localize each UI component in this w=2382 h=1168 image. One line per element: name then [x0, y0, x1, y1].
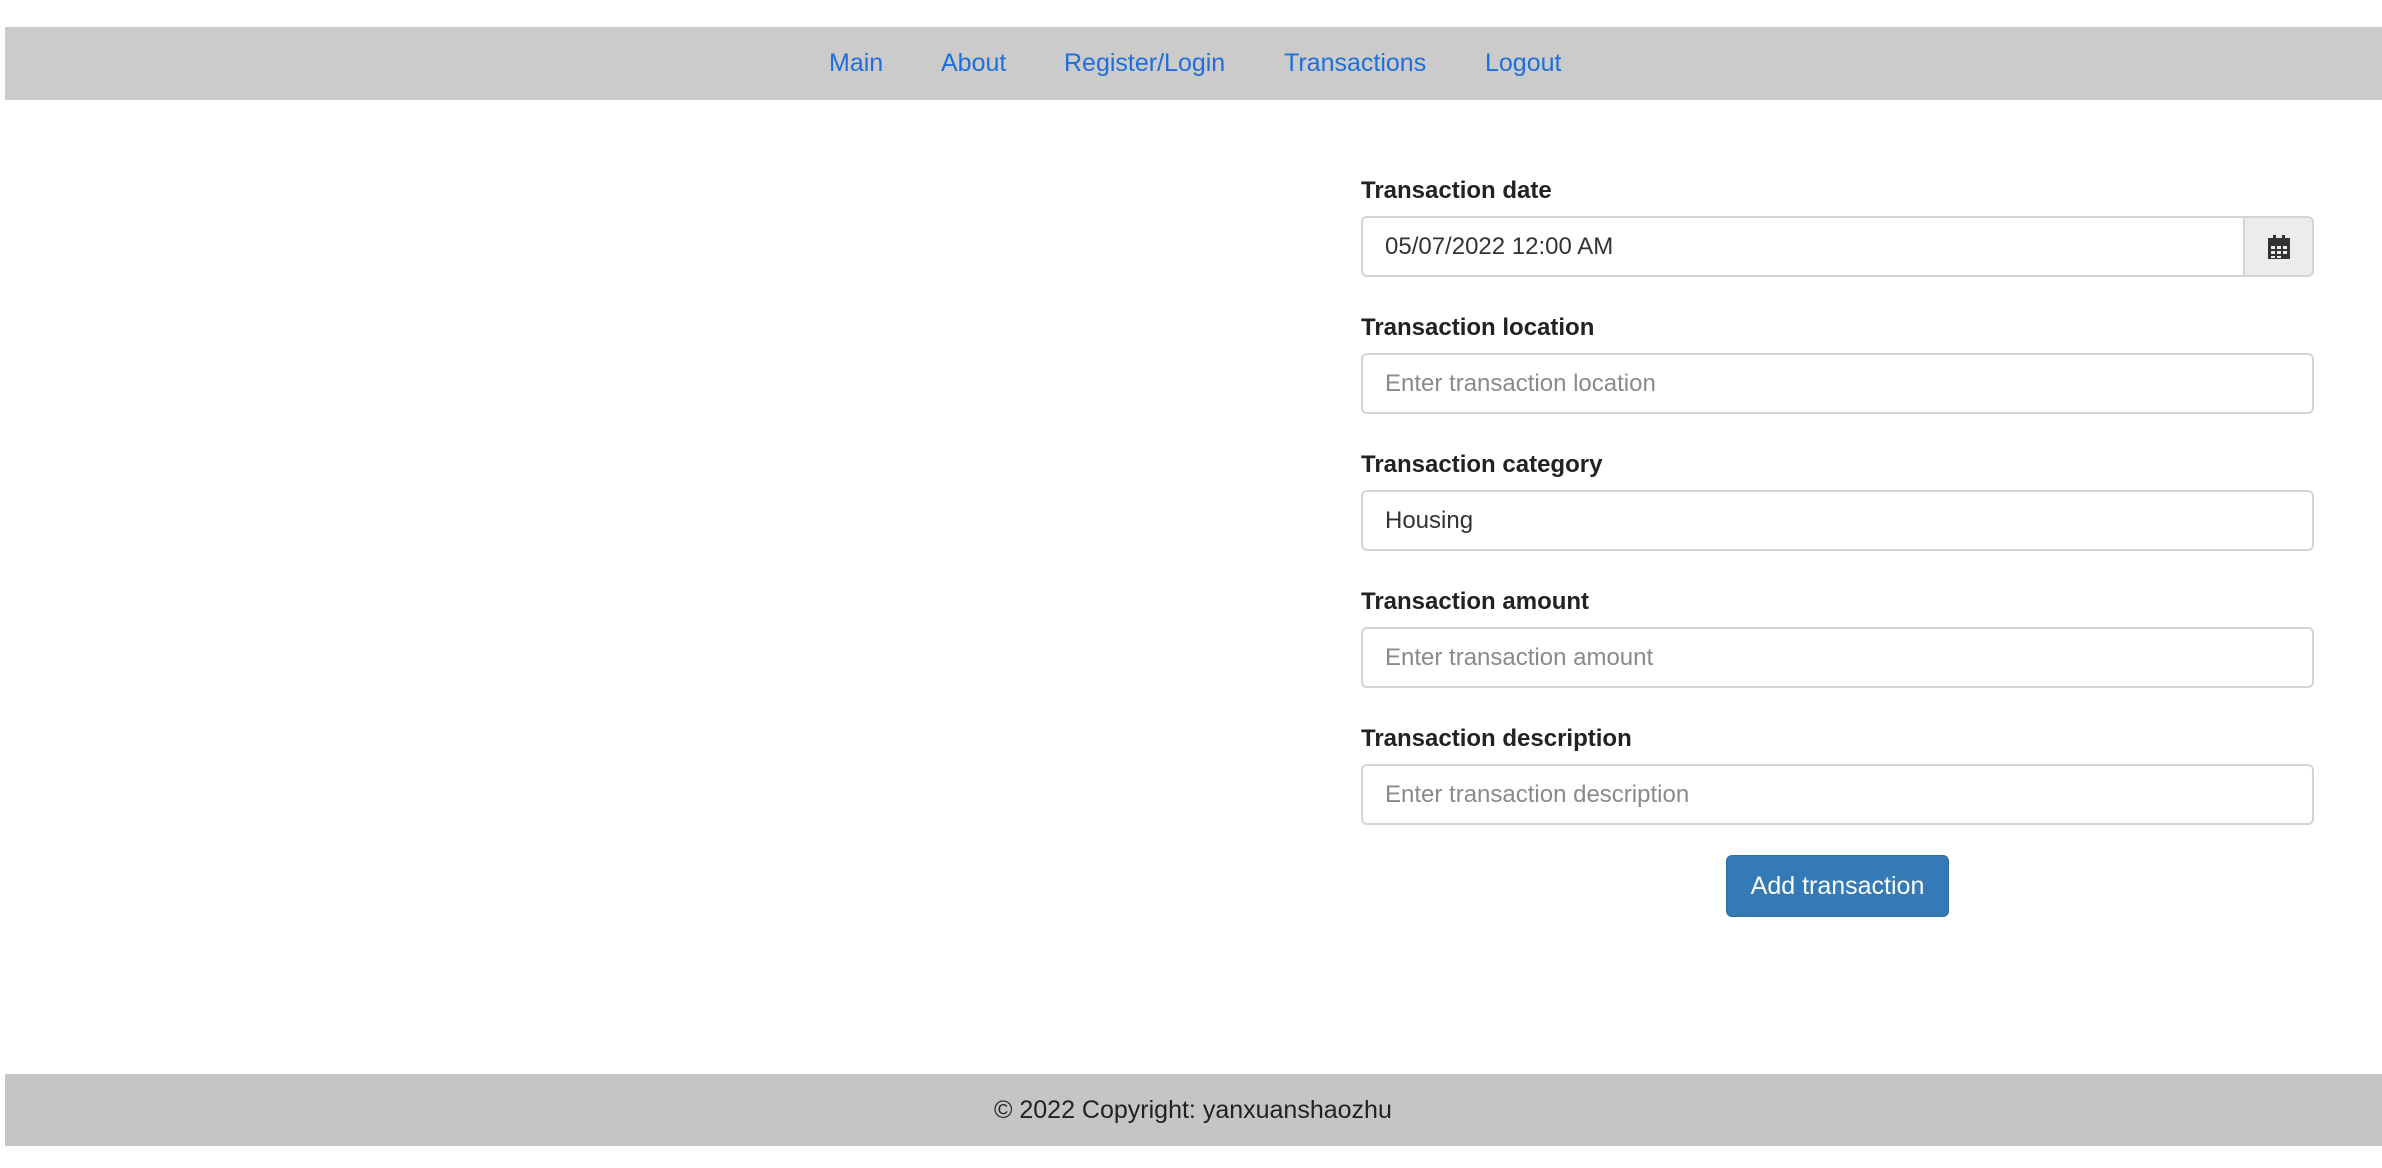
transaction-amount-input[interactable]	[1361, 627, 2314, 688]
transaction-amount-group	[1361, 627, 2314, 688]
transaction-description-label: Transaction description	[1361, 725, 1632, 752]
transaction-description-input[interactable]	[1361, 764, 2314, 825]
add-transaction-button[interactable]: Add transaction	[1726, 855, 1949, 917]
transaction-category-label: Transaction category	[1361, 451, 1603, 478]
transaction-amount-label: Transaction amount	[1361, 588, 1590, 615]
nav-link-about[interactable]: About	[941, 27, 1006, 100]
nav-link-transactions[interactable]: Transactions	[1284, 27, 1426, 100]
transaction-location-group	[1361, 353, 2314, 414]
footer: © 2022 Copyright: yanxuanshaozhu	[5, 1074, 2382, 1146]
top-navbar: Main About Register/Login Transactions L…	[5, 27, 2382, 100]
nav-link-main[interactable]: Main	[829, 27, 883, 100]
transaction-date-input[interactable]	[1361, 216, 2243, 277]
transaction-date-group	[1361, 216, 2314, 277]
nav-link-register-login[interactable]: Register/Login	[1064, 27, 1225, 100]
submit-row: Add transaction	[1361, 855, 2314, 917]
transaction-description-group	[1361, 764, 2314, 825]
transaction-category-group	[1361, 490, 2314, 551]
copyright-text: © 2022 Copyright: yanxuanshaozhu	[994, 1096, 1392, 1124]
calendar-icon	[2267, 234, 2290, 259]
nav-link-logout[interactable]: Logout	[1485, 27, 1561, 100]
add-transaction-form: Transaction date 05/07/2022 12:00 AM Tra…	[1361, 170, 2314, 917]
date-picker-button[interactable]	[2243, 216, 2314, 277]
transaction-location-input[interactable]	[1361, 353, 2314, 414]
transaction-location-label: Transaction location	[1361, 314, 1595, 341]
page: Main About Register/Login Transactions L…	[0, 0, 2382, 1168]
transaction-date-label: Transaction date	[1361, 177, 1552, 204]
transaction-category-input[interactable]	[1361, 490, 2314, 551]
